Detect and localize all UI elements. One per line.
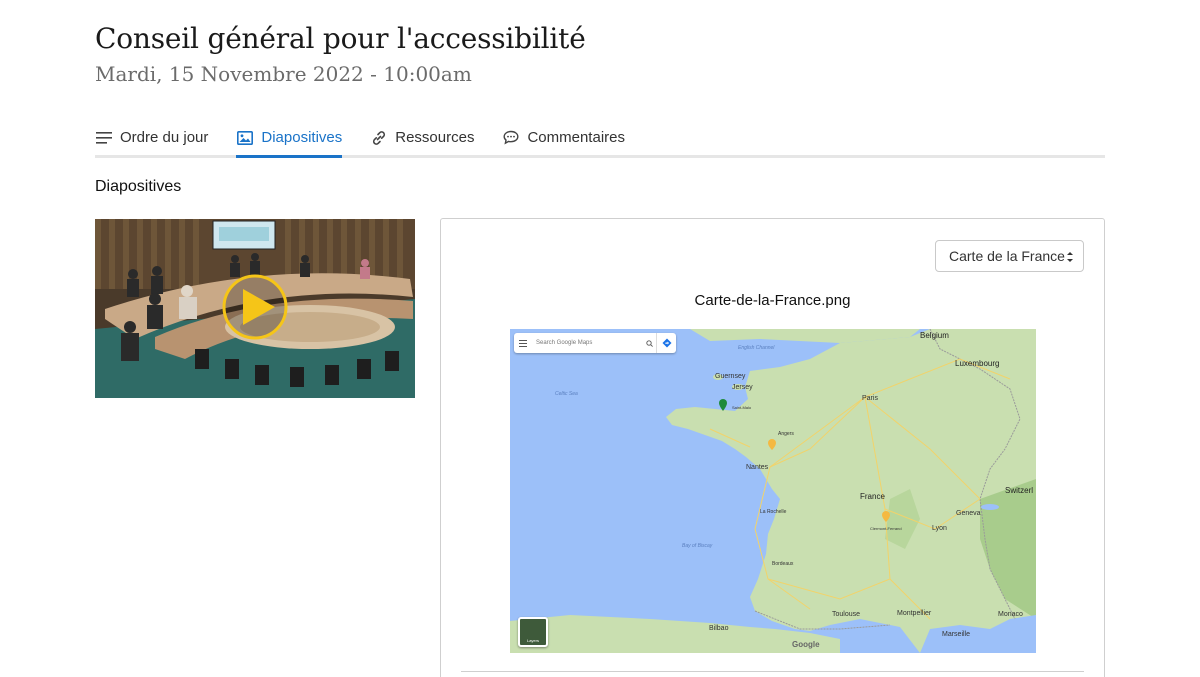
map-label: Guernsey bbox=[715, 373, 746, 380]
search-icon bbox=[642, 339, 656, 347]
map-label: France bbox=[860, 492, 885, 501]
map-label: Bordeaux bbox=[772, 561, 794, 567]
map-label: Nantes bbox=[746, 464, 769, 471]
panel-divider bbox=[461, 671, 1084, 672]
video-thumbnail bbox=[95, 219, 415, 398]
map-label: Bay of Biscay bbox=[682, 543, 713, 549]
layers-label: Layers bbox=[526, 638, 539, 643]
list-icon bbox=[95, 129, 113, 147]
map-label: Montpellier bbox=[897, 610, 932, 617]
map-label: Switzerl bbox=[1005, 486, 1034, 495]
map-label: Toulouse bbox=[832, 611, 861, 618]
map-label: Lyon bbox=[932, 525, 947, 532]
tab-label: Ressources bbox=[395, 129, 475, 146]
slide-panel: Carte de la France Carte-de-la-France.pn… bbox=[440, 218, 1105, 677]
slide-select-value: Carte de la France bbox=[949, 248, 1065, 264]
tab-label: Ordre du jour bbox=[120, 129, 209, 146]
directions-icon[interactable] bbox=[656, 333, 676, 353]
map-label: La Rochelle bbox=[760, 509, 787, 515]
select-arrows-icon bbox=[1067, 252, 1073, 262]
map-search-box[interactable]: Search Google Maps bbox=[514, 333, 676, 353]
map-attribution: Google bbox=[792, 640, 820, 649]
map-label: Celtic Sea bbox=[555, 391, 578, 397]
map-label: Marseille bbox=[942, 631, 971, 638]
map-label: Geneva bbox=[956, 510, 981, 517]
tab-bar: Ordre du jour Diapositives Ressources Co… bbox=[95, 120, 1105, 158]
video-player[interactable] bbox=[95, 219, 415, 398]
tab-label: Commentaires bbox=[527, 129, 625, 146]
map-label: Belgium bbox=[920, 331, 949, 340]
tab-ressources[interactable]: Ressources bbox=[370, 120, 474, 155]
slide-image-map: Search Google Maps Belgium Luxembourg En… bbox=[510, 329, 1036, 653]
slide-select[interactable]: Carte de la France bbox=[935, 240, 1084, 272]
section-heading: Diapositives bbox=[95, 178, 182, 195]
map-label: Monaco bbox=[998, 611, 1023, 618]
map-label: Bilbao bbox=[709, 625, 729, 632]
map-layers-button[interactable]: Layers bbox=[518, 617, 548, 647]
link-icon bbox=[370, 129, 388, 147]
slide-filename: Carte-de-la-France.png bbox=[694, 292, 851, 309]
map-label: Clermont-Ferrand bbox=[870, 526, 902, 531]
map-label: Paris bbox=[862, 395, 878, 402]
map-label: English Channel bbox=[738, 345, 775, 351]
comment-icon bbox=[502, 129, 520, 147]
page-title: Conseil général pour l'accessibilité bbox=[95, 22, 586, 55]
map-label: Angers bbox=[778, 431, 794, 437]
map-label: Saint-Malo bbox=[732, 405, 752, 410]
tab-ordre-du-jour[interactable]: Ordre du jour bbox=[95, 120, 208, 155]
map-label: Jersey bbox=[732, 384, 753, 391]
menu-icon bbox=[514, 339, 532, 347]
tab-label: Diapositives bbox=[261, 129, 343, 146]
map-search-placeholder: Search Google Maps bbox=[536, 340, 593, 346]
meeting-datetime: Mardi, 15 Novembre 2022 - 10:00am bbox=[95, 62, 472, 86]
tab-commentaires[interactable]: Commentaires bbox=[502, 120, 625, 155]
tab-diapositives[interactable]: Diapositives bbox=[236, 120, 343, 158]
map-label: Luxembourg bbox=[955, 359, 1000, 368]
image-icon bbox=[236, 129, 254, 147]
map-graphic bbox=[510, 329, 1036, 653]
